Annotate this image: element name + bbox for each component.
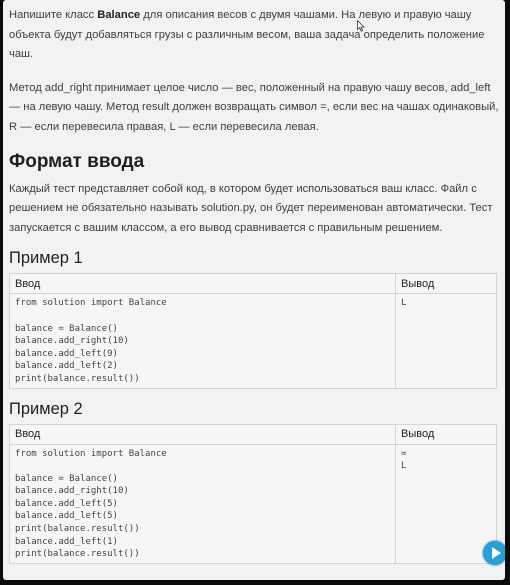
code-line: print(balance.result()) (15, 549, 140, 560)
class-name: Balance (97, 9, 141, 21)
output-column-header: Вывод (395, 273, 497, 295)
code-line: balance = Balance() (15, 323, 118, 334)
example-1-table: Ввод Вывод from solution import Balance … (9, 273, 497, 389)
play-button[interactable] (483, 541, 505, 565)
input-column-header: Ввод (9, 423, 396, 445)
mouse-cursor-icon (357, 19, 365, 32)
input-column-header: Ввод (9, 273, 396, 295)
code-line: print(balance.result()) (15, 524, 140, 535)
example-2-output[interactable]: = L (395, 443, 497, 564)
example-1-output[interactable]: L (395, 293, 497, 389)
table-row: from solution import Balance balance = B… (9, 293, 497, 389)
code-line: print(balance.result()) (15, 373, 140, 384)
code-line: balance.add_left(5) (15, 498, 118, 509)
table-header-row: Ввод Вывод (9, 423, 497, 445)
code-line: balance.add_left(2) (15, 361, 118, 372)
code-line: balance = Balance() (15, 473, 118, 484)
example-1-heading: Пример 1 (9, 249, 83, 268)
code-line: balance.add_left(9) (15, 348, 118, 359)
output-line: = (401, 448, 407, 459)
example-2-table: Ввод Вывод from solution import Balance … (9, 423, 497, 564)
frame-edge (505, 0, 510, 585)
example-2-heading: Пример 2 (9, 399, 83, 418)
output-column-header: Вывод (395, 423, 497, 445)
task-page: Напишите класс Balance для описания весо… (3, 0, 505, 580)
code-line: balance.add_left(1) (15, 536, 118, 547)
task-content: Напишите класс Balance для описания весо… (3, 0, 505, 564)
example-1-input[interactable]: from solution import Balance balance = B… (9, 293, 396, 389)
output-line: L (401, 461, 407, 472)
code-line: from solution import Balance (15, 298, 167, 309)
output-line: L (401, 298, 407, 309)
table-row: from solution import Balance balance = B… (9, 443, 497, 564)
screen-frame: Напишите класс Balance для описания весо… (0, 0, 510, 585)
methods-description: Метод add_right принимает целое число — … (9, 81, 499, 133)
code-line: balance.add_right(10) (15, 336, 129, 347)
code-line: balance.add_right(10) (15, 486, 129, 497)
task-text-start: Напишите класс (9, 9, 98, 21)
code-line: from solution import Balance (15, 448, 167, 459)
task-description: Напишите класс Balance для описания весо… (9, 6, 499, 65)
code-line: balance.add_left(5) (15, 511, 118, 522)
play-icon (492, 547, 501, 559)
input-format-heading: Формат ввода (9, 150, 145, 172)
table-header-row: Ввод Вывод (9, 273, 497, 295)
input-format-text: Каждый тест представляет собой код, в ко… (9, 182, 493, 234)
example-2-input[interactable]: from solution import Balance balance = B… (9, 443, 396, 564)
